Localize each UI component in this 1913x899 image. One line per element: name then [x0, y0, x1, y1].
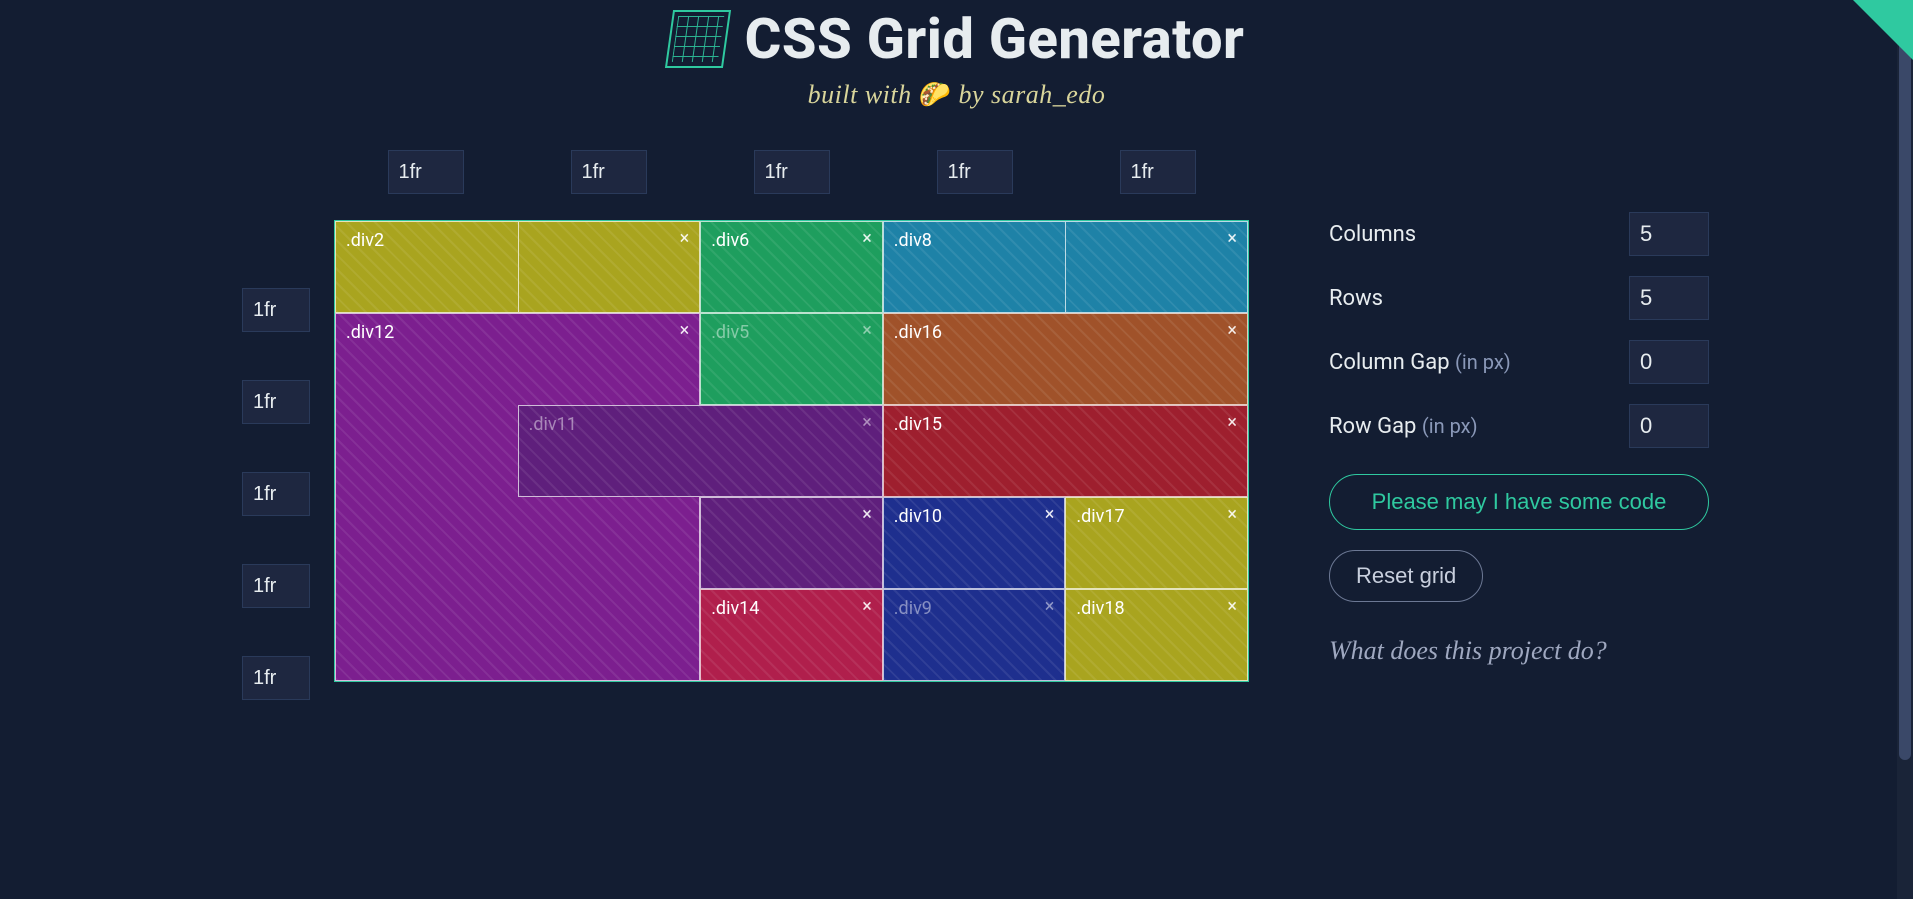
close-icon[interactable]: ×	[862, 412, 872, 433]
grid-block[interactable]: .div5 ×	[700, 313, 883, 405]
close-icon[interactable]: ×	[680, 320, 690, 341]
colgap-hint: (in px)	[1455, 350, 1511, 374]
close-icon[interactable]: ×	[1045, 504, 1055, 525]
taco-icon: 🌮	[919, 80, 952, 109]
close-icon[interactable]: ×	[862, 228, 872, 249]
colgap-input[interactable]	[1629, 340, 1709, 384]
col-unit-input[interactable]	[571, 150, 647, 194]
grid-block-label: .div2	[346, 230, 384, 251]
columns-input[interactable]	[1629, 212, 1709, 256]
row-unit-input[interactable]	[242, 288, 310, 332]
grid-block-label: .div9	[894, 598, 932, 619]
grid-block-label: .div16	[894, 322, 942, 343]
grid-block[interactable]: .div11 ×	[518, 405, 883, 497]
grid-block[interactable]: ×	[518, 221, 701, 313]
row-unit-inputs	[242, 288, 310, 748]
scrollbar-thumb[interactable]	[1899, 0, 1911, 760]
project-info-link[interactable]: What does this project do?	[1329, 636, 1709, 666]
grid-block[interactable]: .div12 ×	[335, 313, 700, 681]
grid-block-label: .div15	[894, 414, 942, 435]
reset-grid-button[interactable]: Reset grid	[1329, 550, 1483, 602]
colgap-label: Column Gap (in px)	[1329, 350, 1511, 375]
grid-block-label: .div17	[1076, 506, 1124, 527]
close-icon[interactable]: ×	[1227, 228, 1237, 249]
grid-canvas[interactable]: .div2 × × .div6 × .div8 × × .div12 × .div5 × .div16 ×…	[334, 220, 1249, 682]
grid-block-label: .div18	[1076, 598, 1124, 619]
rows-row: Rows	[1329, 276, 1709, 320]
rowgap-input[interactable]	[1629, 404, 1709, 448]
close-icon[interactable]: ×	[862, 504, 872, 525]
column-unit-inputs	[334, 150, 1249, 194]
col-unit-input[interactable]	[754, 150, 830, 194]
close-icon[interactable]: ×	[1227, 320, 1237, 341]
close-icon[interactable]: ×	[862, 596, 872, 617]
grid-block[interactable]: ×	[700, 497, 883, 589]
row-unit-input[interactable]	[242, 564, 310, 608]
grid-block[interactable]: .div16 ×	[883, 313, 1248, 405]
grid-block[interactable]: .div14 ×	[700, 589, 883, 681]
subtitle-prefix: built with	[808, 80, 919, 109]
grid-block-label: .div6	[711, 230, 749, 251]
grid-block[interactable]: .div15 ×	[883, 405, 1248, 497]
col-unit-input[interactable]	[388, 150, 464, 194]
col-unit-input[interactable]	[1120, 150, 1196, 194]
grid-block-label: .div11	[529, 414, 577, 435]
rows-label: Rows	[1329, 286, 1383, 311]
grid-logo-icon	[665, 10, 731, 68]
subtitle-author[interactable]: by sarah_edo	[959, 80, 1106, 109]
columns-row: Columns	[1329, 212, 1709, 256]
corner-ribbon[interactable]	[1853, 0, 1913, 60]
row-unit-input[interactable]	[242, 472, 310, 516]
page-title-text: CSS Grid Generator	[745, 6, 1245, 72]
columns-label: Columns	[1329, 222, 1416, 247]
close-icon[interactable]: ×	[1045, 596, 1055, 617]
rowgap-label-text: Row Gap	[1329, 414, 1422, 439]
grid-block-label: .div14	[711, 598, 759, 619]
header: CSS Grid Generator built with 🌮 by sarah…	[0, 0, 1913, 110]
row-unit-input[interactable]	[242, 380, 310, 424]
generate-code-button[interactable]: Please may I have some code	[1329, 474, 1709, 530]
rowgap-hint: (in px)	[1422, 414, 1478, 438]
grid-block-label: .div12	[346, 322, 394, 343]
close-icon[interactable]: ×	[680, 228, 690, 249]
grid-block-label: .div10	[894, 506, 942, 527]
grid-block-label: .div8	[894, 230, 932, 251]
close-icon[interactable]: ×	[1227, 504, 1237, 525]
grid-block[interactable]: .div6 ×	[700, 221, 883, 313]
grid-block[interactable]: .div17 ×	[1065, 497, 1248, 589]
controls-panel: Columns Rows Column Gap (in px) Row Gap …	[1329, 212, 1709, 666]
close-icon[interactable]: ×	[1227, 596, 1237, 617]
row-unit-input[interactable]	[242, 656, 310, 700]
grid-block[interactable]: .div10 ×	[883, 497, 1066, 589]
page-title: CSS Grid Generator	[669, 6, 1245, 72]
subtitle: built with 🌮 by sarah_edo	[0, 80, 1913, 110]
grid-block[interactable]: .div9 ×	[883, 589, 1066, 681]
rowgap-label: Row Gap (in px)	[1329, 414, 1478, 439]
grid-block[interactable]: .div18 ×	[1065, 589, 1248, 681]
close-icon[interactable]: ×	[862, 320, 872, 341]
rows-input[interactable]	[1629, 276, 1709, 320]
grid-block[interactable]: ×	[1065, 221, 1248, 313]
scrollbar[interactable]	[1897, 0, 1913, 899]
col-unit-input[interactable]	[937, 150, 1013, 194]
colgap-label-text: Column Gap	[1329, 350, 1455, 375]
grid-block-label: .div5	[711, 322, 749, 343]
grid-editor: .div2 × × .div6 × .div8 × × .div12 × .div5 × .div16 ×…	[204, 150, 1249, 682]
colgap-row: Column Gap (in px)	[1329, 340, 1709, 384]
close-icon[interactable]: ×	[1227, 412, 1237, 433]
rowgap-row: Row Gap (in px)	[1329, 404, 1709, 448]
